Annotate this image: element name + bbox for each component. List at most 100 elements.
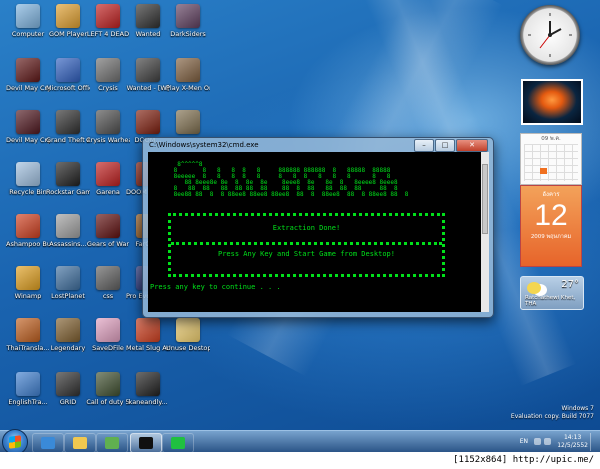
desktop-icon-label: Devil May Cry4 [DX10] <box>6 136 50 144</box>
desktop-icon[interactable]: Ashampoo Burning ... <box>6 214 50 248</box>
desktop-icon-label: Garena <box>96 188 120 196</box>
desktop-icon[interactable]: Garena <box>86 162 130 196</box>
taskbar-clock[interactable]: 14:13 12/5/2552 <box>557 434 588 450</box>
desktop-icon[interactable]: GRID <box>46 372 90 406</box>
desktop-icon[interactable]: Unuse Destop <box>166 318 210 352</box>
desktop-icon[interactable]: DarkSiders <box>166 4 210 38</box>
console-output[interactable]: 8^^^^^8 8 8 8 8 8 8 888888 888888 8 8888… <box>148 152 481 312</box>
cmd-window[interactable]: C:\Windows\system32\cmd.exe – □ ✕ 8^^^^^… <box>142 137 494 318</box>
desktop-icon-label: Devil May Cry4 [DX9] <box>6 84 50 92</box>
desktop-icon[interactable]: LostPlanet <box>46 266 90 300</box>
desktop-icon[interactable]: Legendary <box>46 318 90 352</box>
weather-gadget[interactable]: 27° Ratchathewi Khet, THA <box>520 276 584 310</box>
desktop-icon[interactable]: Devil May Cry4 [DX10] <box>6 110 50 144</box>
calendar-gadget[interactable]: 09 พ.ค. อังคาร 12 2009 พฤษภาคม <box>520 133 582 267</box>
crysis-icon <box>96 58 120 82</box>
gta4-icon <box>56 110 80 134</box>
desktop-icon[interactable]: Rockstar Games Soci... <box>46 162 90 196</box>
gears-of-war-icon <box>96 214 120 238</box>
network-icon <box>105 437 119 449</box>
desktop-icon[interactable]: Computer <box>6 4 50 38</box>
devil-may-cry-icon <box>16 58 40 82</box>
desktop-icon[interactable]: SaveDFile <box>86 318 130 352</box>
rockstar-icon <box>56 162 80 186</box>
taskbar-app-button[interactable] <box>96 433 128 453</box>
gom-player-icon <box>56 4 80 28</box>
console-prompt: Press any key to continue . . . <box>150 283 281 291</box>
desktop-icon[interactable]: css <box>86 266 130 300</box>
calendar-month-label: 09 พ.ค. <box>541 136 561 142</box>
desktop-icon[interactable]: Assassins... <box>46 214 90 248</box>
desktop-icon[interactable]: Devil May Cry4 [DX9] <box>6 58 50 92</box>
desktop-icon[interactable]: Crysis <box>86 58 130 92</box>
desktop-icon-label: GOM Player <box>48 30 88 38</box>
taskbar-app-button[interactable] <box>64 433 96 453</box>
action-center-icon[interactable] <box>534 438 541 445</box>
windows-logo-icon <box>9 435 21 449</box>
desktop-icon-label: Grand Theft Auto IV <box>46 136 90 144</box>
assassins-creed-icon <box>56 214 80 238</box>
desktop-icon[interactable]: kaneandly... <box>126 372 170 406</box>
close-button[interactable]: ✕ <box>456 139 488 152</box>
box-message: Press Any Key and Start Game from Deskto… <box>217 250 395 258</box>
desktop-icon[interactable]: ThaiTransla... <box>6 318 50 352</box>
desktop-icon[interactable]: Gears of War <box>86 214 130 248</box>
desktop-icon-label: Play X-Men Origins - ... <box>166 84 210 92</box>
desktop-icon-label: LostPlanet <box>51 292 85 300</box>
taskbar-app-button[interactable] <box>32 433 64 453</box>
vertical-scrollbar[interactable] <box>481 152 489 312</box>
desktop-icon[interactable]: Grand Theft Auto IV <box>46 110 90 144</box>
desktop-icon-label: Rockstar Games Soci... <box>46 188 90 196</box>
taskbar-time: 14:13 <box>563 434 582 441</box>
taskbar-app-button[interactable] <box>162 433 194 453</box>
minimize-button[interactable]: – <box>414 139 434 152</box>
extraction-message-box: Extraction Done! Press Any Key and Start… <box>168 213 445 277</box>
word-icon <box>56 58 80 82</box>
desktop-icon[interactable]: Play X-Men Origins - ... <box>166 58 210 92</box>
englishtranslator-icon <box>16 372 40 396</box>
desktop-icon[interactable]: Recycle Bin <box>6 162 50 196</box>
recycle-bin-icon <box>16 162 40 186</box>
show-desktop-button[interactable] <box>590 433 596 451</box>
desktop-icon-label: Assassins... <box>49 240 87 248</box>
desktop-icon-label: Wanted <box>135 30 161 38</box>
desktop-icon[interactable]: Wanted - [W] <box>126 58 170 92</box>
slideshow-gadget-jellyfish-icon[interactable] <box>521 79 583 125</box>
kane-lynch-icon <box>136 372 160 396</box>
taskbar-app-button[interactable] <box>130 433 162 453</box>
desktop-icon[interactable]: Microsoft Office Wo... <box>46 58 90 92</box>
desktop-icon-label: Crysis <box>98 84 118 92</box>
desktop-icon-label: Microsoft Office Wo... <box>46 84 90 92</box>
folder-icon <box>176 318 200 342</box>
desktop-icon[interactable]: Wanted <box>126 4 170 38</box>
desktop-icon[interactable]: Winamp <box>6 266 50 300</box>
computer-icon <box>16 4 40 28</box>
xmen-icon <box>176 58 200 82</box>
desktop-icon-label: Crysis Warhead <box>86 136 130 144</box>
desktop-icon[interactable] <box>166 110 210 136</box>
desktop-icon[interactable]: Call of duty 5 <box>86 372 130 406</box>
desktop-icon[interactable]: Metal Slug Anthology <box>126 318 170 352</box>
desktop-icon-label: Legendary <box>50 344 86 352</box>
play-arrow-icon <box>171 437 185 449</box>
scrollbar-thumb[interactable] <box>482 164 488 234</box>
clock-gadget[interactable] <box>520 5 580 65</box>
lostplanet-icon <box>56 266 80 290</box>
cmd-icon <box>139 437 153 449</box>
desktop-icon[interactable]: LEFT 4 DEAD <box>86 4 130 38</box>
volume-icon[interactable] <box>544 438 551 445</box>
calendar-month-view: 09 พ.ค. <box>520 133 582 185</box>
divider <box>171 242 442 245</box>
metal-slug-icon <box>136 318 160 342</box>
desktop-icon[interactable]: Crysis Warhead <box>86 110 130 144</box>
left4dead-icon <box>96 4 120 28</box>
language-indicator[interactable]: EN <box>520 438 528 445</box>
desktop-icon[interactable]: EnglishTra... <box>6 372 50 406</box>
desktop-icon-label: Gears of War <box>86 240 130 248</box>
box-title: Extraction Done! <box>272 224 341 232</box>
watermark-os: Windows 7 <box>561 405 594 412</box>
desktop-icon-label: css <box>102 292 114 300</box>
desktop-icon-label: Winamp <box>14 292 42 300</box>
maximize-button[interactable]: □ <box>435 139 455 152</box>
desktop-icon[interactable]: GOM Player <box>46 4 90 38</box>
